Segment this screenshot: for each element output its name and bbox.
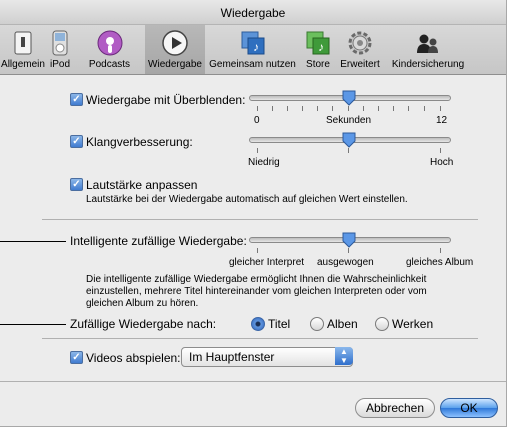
shuffle-by-werken-radio[interactable] — [375, 317, 389, 331]
play-icon — [162, 30, 188, 56]
crossfade-label: Wiedergabe mit Überblenden: — [86, 93, 246, 107]
tab-gemeinsam-nutzen[interactable]: ♪ Gemeinsam nutzen — [205, 25, 300, 74]
crossfade-min-label: 0 — [254, 115, 260, 126]
parental-icon — [417, 34, 438, 53]
separator — [42, 219, 478, 220]
ok-button[interactable]: OK — [440, 398, 498, 418]
description-line: Die intelligente zufällige Wiedergabe er… — [86, 274, 427, 285]
title-bar[interactable]: Wiedergabe — [0, 0, 506, 25]
tab-label: Gemeinsam nutzen — [209, 59, 296, 70]
crossfade-slider-knob[interactable] — [341, 90, 357, 106]
play-videos-selected: Im Hauptfenster — [189, 350, 275, 364]
shared-music-icon: ♪ — [241, 31, 264, 55]
store-icon: ♪ — [306, 31, 330, 55]
sound-enhancer-min-label: Niedrig — [248, 157, 280, 168]
sound-check-description: Lautstärke bei der Wiedergabe automatisc… — [86, 194, 408, 205]
tab-kindersicherung[interactable]: Kindersicherung — [384, 25, 472, 74]
tab-label: iPod — [49, 59, 70, 70]
tab-store[interactable]: ♪ Store — [300, 25, 336, 74]
sound-enhancer-max-label: Hoch — [430, 157, 454, 168]
crossfade-checkbox[interactable]: ✓ — [70, 93, 83, 106]
tab-label: Podcasts — [88, 59, 131, 70]
switch-icon — [14, 31, 32, 55]
preferences-window: Wiedergabe Allgemein iPod Podcasts Wiede… — [0, 0, 507, 427]
tab-label: Allgemein — [1, 59, 45, 70]
smart-shuffle-mid-label: ausgewogen — [317, 257, 374, 268]
smart-shuffle-right-label: gleiches Album — [406, 257, 474, 268]
shuffle-by-titel-label[interactable]: Titel — [268, 317, 290, 331]
shuffle-by-label: Zufällige Wiedergabe nach: — [70, 317, 217, 331]
shuffle-by-alben-radio[interactable] — [310, 317, 324, 331]
playback-pane: ✓ Wiedergabe mit Überblenden: 0 Sekunden… — [0, 75, 506, 426]
sound-check-checkbox[interactable]: ✓ — [70, 178, 83, 191]
tab-erweitert[interactable]: Erweitert — [336, 25, 384, 74]
tab-label: Wiedergabe — [148, 59, 202, 70]
window-title: Wiedergabe — [220, 6, 286, 20]
crossfade-unit-label: Sekunden — [326, 115, 372, 126]
tab-ipod[interactable]: iPod — [46, 25, 74, 74]
gear-icon — [348, 31, 372, 55]
tab-wiedergabe[interactable]: Wiedergabe — [145, 25, 205, 74]
callout-line — [0, 241, 66, 242]
tab-allgemein[interactable]: Allgemein — [0, 25, 46, 74]
popup-arrows-icon: ▲ ▼ — [335, 347, 353, 365]
svg-text:♪: ♪ — [253, 40, 259, 54]
play-videos-popup[interactable]: Im Hauptfenster ▲ ▼ — [181, 347, 353, 367]
play-videos-checkbox[interactable]: ✓ — [70, 351, 83, 364]
sound-enhancer-label: Klangverbesserung: — [86, 135, 193, 149]
tab-label: Erweitert — [340, 59, 380, 70]
crossfade-max-label: 12 — [436, 115, 448, 126]
tab-label: Kindersicherung — [391, 59, 465, 70]
tab-label: Store — [306, 59, 330, 70]
description-line: einzustellen, mehrere Titel hintereinand… — [86, 286, 427, 297]
svg-text:♪: ♪ — [318, 40, 324, 54]
play-videos-label: Videos abspielen: — [86, 351, 181, 365]
sound-check-label: Lautstärke anpassen — [86, 178, 198, 192]
cancel-button[interactable]: Abbrechen — [355, 398, 435, 418]
ipod-icon — [52, 30, 68, 56]
smart-shuffle-left-label: gleicher Interpret — [229, 257, 305, 268]
separator — [0, 381, 506, 382]
shuffle-by-werken-label[interactable]: Werken — [392, 317, 433, 331]
podcast-icon — [97, 30, 122, 56]
description-line: gleichen Album zu hören. — [86, 298, 199, 309]
smart-shuffle-label: Intelligente zufällige Wiedergabe: — [70, 234, 247, 248]
smart-shuffle-slider-knob[interactable] — [341, 232, 357, 248]
sound-enhancer-checkbox[interactable]: ✓ — [70, 135, 83, 148]
smart-shuffle-description: Die intelligente zufällige Wiedergabe er… — [86, 274, 427, 310]
shuffle-by-titel-radio[interactable] — [251, 317, 265, 331]
callout-line — [0, 324, 66, 325]
tab-podcasts[interactable]: Podcasts — [74, 25, 145, 74]
preferences-toolbar: Allgemein iPod Podcasts Wiedergabe ♪ Gem… — [0, 25, 506, 75]
sound-enhancer-slider-knob[interactable] — [341, 132, 357, 148]
shuffle-by-alben-label[interactable]: Alben — [327, 317, 358, 331]
separator — [42, 338, 478, 339]
